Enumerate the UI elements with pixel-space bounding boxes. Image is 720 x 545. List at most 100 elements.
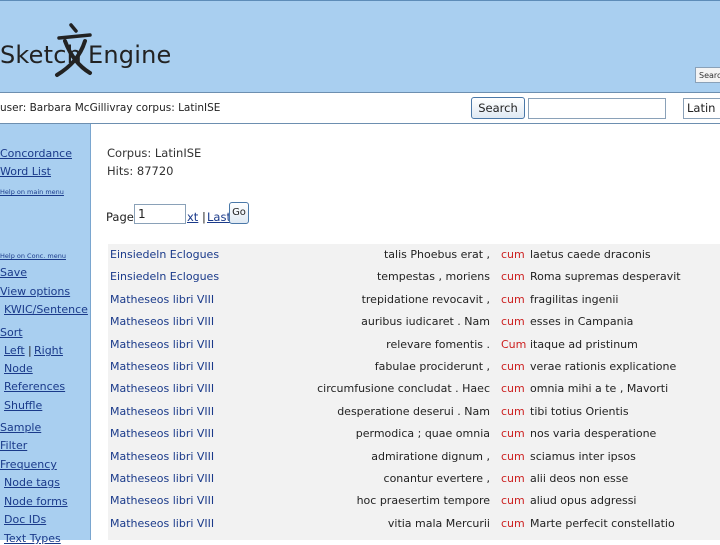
right-context: verae rationis explicatione [530,360,677,373]
left-context: permodica ; quae omnia [355,427,490,441]
concordance-row: Matheseos libri VIII circumfusione conclu… [108,378,720,400]
concordance-table: Einsiedeln Eclogues talis Phoebus erat , c… [108,244,720,540]
language-select[interactable]: Latin [683,98,720,119]
kwic-keyword[interactable]: cum [501,450,525,463]
sidebar-item-concordance[interactable]: Concordance [0,147,72,160]
doc-reference-link[interactable]: Matheseos libri VIII [110,405,214,418]
concordance-row: Matheseos libri VIII vitia mala Mercurii c… [108,513,720,535]
right-context: esses in Campania [530,315,634,329]
sidebar-item-frequency[interactable]: Frequency [0,458,57,471]
concordance-row: Einsiedeln Eclogues talis Phoebus erat , c… [108,244,720,266]
right-context: Marte perfecit constellatio [530,516,675,530]
doc-reference-link[interactable]: Matheseos libri VIII [110,494,214,507]
left-context: auribus iudicaret . Nam [361,315,490,329]
page-label: Page [106,210,134,224]
search-input[interactable] [528,98,666,119]
kwic-keyword[interactable]: cum [501,315,525,328]
sidebar-item-node-forms[interactable]: Node forms [4,495,68,508]
main-content: Corpus: LatinISE Hits: 87720 Page 1 xt |… [91,124,720,540]
last-page-link[interactable]: Last [207,210,231,224]
kwic-keyword[interactable]: cum [501,494,525,507]
concordance-row: Matheseos libri VIII desperatione deserui… [108,401,720,423]
sidebar-item-sort-right[interactable]: Right [34,344,63,357]
right-context: sciamus inter ipsos [530,449,636,463]
hits-count: Hits: 87720 [107,164,174,178]
kwic-keyword[interactable]: Cum [501,338,526,351]
right-context: tibi totius Orientis [530,404,629,418]
corpus-label: Corpus: LatinISE [107,146,202,160]
sidebar-item-kwic-sentence[interactable]: KWIC/Sentence [4,303,88,316]
sidebar-item-filter[interactable]: Filter [0,439,27,452]
kwic-keyword[interactable]: cum [501,360,525,373]
left-context: desperatione deserui . Nam [337,404,490,418]
doc-reference-link[interactable]: Matheseos libri VIII [110,427,214,440]
right-context: nos varia desperatione [530,427,657,441]
doc-reference-link[interactable]: Matheseos libri VIII [110,360,214,373]
sidebar-item-sort[interactable]: Sort [0,326,23,339]
kwic-keyword[interactable]: cum [501,270,525,283]
top-search-button[interactable]: Search [695,67,720,83]
user-corpus-info: user: Barbara McGillivray corpus: LatinI… [0,102,221,114]
kwic-keyword[interactable]: cum [501,293,525,306]
right-context: Roma supremas desperavit [530,270,681,284]
doc-reference-link[interactable]: Matheseos libri VIII [110,450,214,463]
sidebar-help-main-menu[interactable]: Help on main menu [0,188,64,196]
concordance-row: Matheseos libri VIII hoc praesertim tempo… [108,490,720,512]
sidebar-item-sample[interactable]: Sample [0,421,41,434]
concordance-row: Matheseos libri VIII relevare fomentis . C… [108,334,720,356]
right-context: omnia mihi a te , Mavorti [530,382,669,396]
right-context: itaque ad pristinum [530,337,638,351]
right-context: aliud opus adgressi [530,494,637,508]
left-context: trepidatione revocavit , [361,292,490,306]
doc-reference-link[interactable]: Matheseos libri VIII [110,293,214,306]
doc-reference-link[interactable]: Matheseos libri VIII [110,338,214,351]
pager-separator: | [202,210,206,224]
sidebar-item-sort-node[interactable]: Node [4,362,33,375]
kwic-keyword[interactable]: cum [501,382,525,395]
next-page-link[interactable]: xt [187,210,198,224]
right-context: alii deos non esse [530,472,629,485]
sidebar-item-save[interactable]: Save [0,266,27,279]
right-context: laetus caede draconis [530,248,651,261]
sidebar-item-references[interactable]: References [4,380,65,393]
concordance-row: Matheseos libri VIII auribus iudicaret . … [108,311,720,333]
left-context: admiratione dignum , [371,449,490,463]
sidebar-item-word-list[interactable]: Word List [0,165,51,178]
kwic-keyword[interactable]: cum [501,248,525,261]
doc-reference-link[interactable]: Matheseos libri VIII [110,382,214,395]
sidebar-help-conc-menu[interactable]: Help on Conc. menu [0,252,66,260]
sidebar-item-view-options[interactable]: View options [0,285,70,298]
concordance-row: Matheseos libri VIII permodica ; quae omn… [108,423,720,445]
sidebar-item-shuffle[interactable]: Shuffle [4,399,42,412]
doc-reference-link[interactable]: Matheseos libri VIII [110,472,214,485]
concordance-row: Matheseos libri VIII trepidatione revocav… [108,289,720,311]
doc-reference-link[interactable]: Matheseos libri VIII [110,315,214,328]
left-context: hoc praesertim tempore [356,494,490,508]
kwic-keyword[interactable]: cum [501,517,525,530]
sidebar-item-text-types[interactable]: Text Types [4,532,61,545]
left-context: circumfusione concludat . Haec [317,382,490,396]
left-context: vitia mala Mercurii [387,516,490,530]
right-context: fragilitas ingenii [530,292,619,306]
doc-reference-link[interactable]: Einsiedeln Eclogues [110,248,219,261]
page-number-input[interactable]: 1 [134,204,186,224]
sidebar-item-node-tags[interactable]: Node tags [4,476,60,489]
doc-reference-link[interactable]: Matheseos libri VIII [110,517,214,530]
concordance-row: Matheseos libri VIII admiratione dignum ,… [108,446,720,468]
kwic-keyword[interactable]: cum [501,405,525,418]
left-context: conantur evertere , [383,472,490,485]
kwic-keyword[interactable]: cum [501,427,525,440]
sidebar-item-doc-ids[interactable]: Doc IDs [4,513,46,526]
left-context: tempestas , moriens [376,270,490,284]
go-button[interactable]: Go [229,202,249,224]
left-context: fabulae prociderunt , [374,360,490,373]
header-banner: Sketch Engine Search [0,0,720,93]
search-button[interactable]: Search [471,97,525,119]
kwic-keyword[interactable]: cum [501,472,525,485]
concordance-row: Matheseos libri VIII fabulae prociderunt … [108,356,720,378]
doc-reference-link[interactable]: Einsiedeln Eclogues [110,270,219,283]
concordance-row: Einsiedeln Eclogues tempestas , moriens cu… [108,266,720,288]
sidebar-item-sort-left[interactable]: Left [4,344,25,357]
concordance-row: Matheseos libri VIII conantur evertere , c… [108,468,720,490]
sidebar-menu: Concordance Word List Help on main menu … [0,124,91,545]
